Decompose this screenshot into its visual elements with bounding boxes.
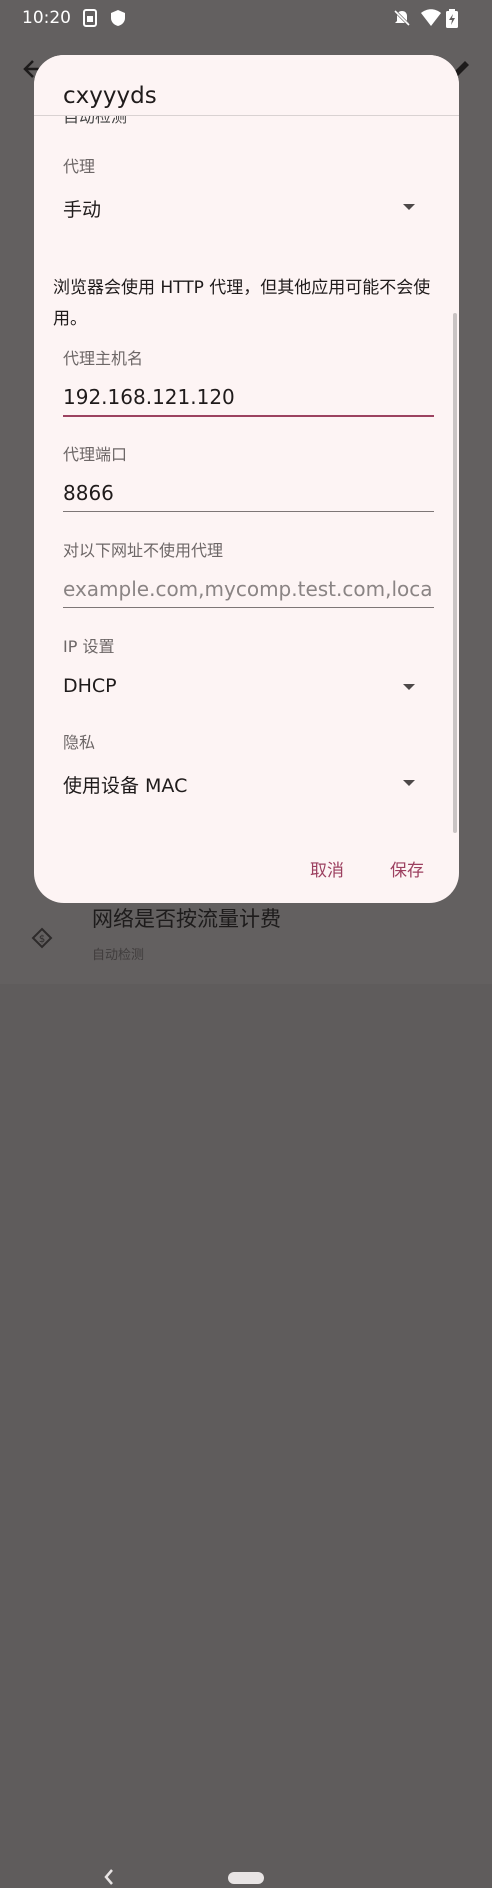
shield-icon (111, 10, 125, 26)
bypass-input[interactable]: example.com,mycomp.test.com,localhost (63, 577, 434, 601)
cancel-button[interactable]: 取消 (304, 855, 350, 882)
bypass-label: 对以下网址不使用代理 (63, 541, 224, 560)
ip-settings-select[interactable]: DHCP (63, 675, 117, 697)
notifications-off-icon (393, 9, 411, 27)
dialog-title: cxyyyds (63, 83, 167, 109)
port-label: 代理端口 (63, 445, 128, 464)
proxy-dropdown-icon[interactable] (403, 204, 415, 210)
nav-home-pill[interactable] (228, 1872, 264, 1884)
wifi-icon (421, 9, 441, 26)
save-button[interactable]: 保存 (384, 855, 430, 882)
port-field[interactable]: 8866 (63, 481, 434, 512)
status-bar: 10:20 (0, 0, 492, 36)
dialog-scrollbar[interactable] (453, 313, 457, 833)
battery-icon (446, 9, 458, 28)
title-divider (34, 115, 459, 116)
privacy-dropdown-icon[interactable] (403, 780, 415, 786)
status-time: 10:20 (22, 8, 71, 28)
port-underline (63, 511, 434, 512)
proxy-note: 浏览器会使用 HTTP 代理，但其他应用可能不会使用。 (53, 278, 431, 329)
navigation-bar (0, 924, 492, 1885)
privacy-select[interactable]: 使用设备 MAC (63, 771, 187, 798)
proxy-settings-dialog: 自动检测 cxyyyds 代理 手动 浏览器会使用 HTTP 代理，但其他应用可… (34, 55, 459, 903)
proxy-select[interactable]: 手动 (63, 195, 101, 222)
ip-settings-label: IP 设置 (63, 637, 115, 656)
ip-settings-dropdown-icon[interactable] (403, 684, 415, 690)
port-input[interactable]: 8866 (63, 481, 434, 505)
hostname-label: 代理主机名 (63, 349, 144, 368)
nav-back-icon[interactable] (102, 1866, 116, 1888)
bypass-underline (63, 607, 434, 608)
bypass-field[interactable]: example.com,mycomp.test.com,localhost (63, 577, 434, 608)
hostname-input[interactable]: 192.168.121.120 (63, 385, 434, 409)
proxy-label: 代理 (63, 157, 96, 176)
privacy-label: 隐私 (63, 733, 96, 752)
hostname-underline (63, 415, 434, 417)
hostname-field[interactable]: 192.168.121.120 (63, 385, 434, 417)
sim-icon (83, 9, 97, 27)
